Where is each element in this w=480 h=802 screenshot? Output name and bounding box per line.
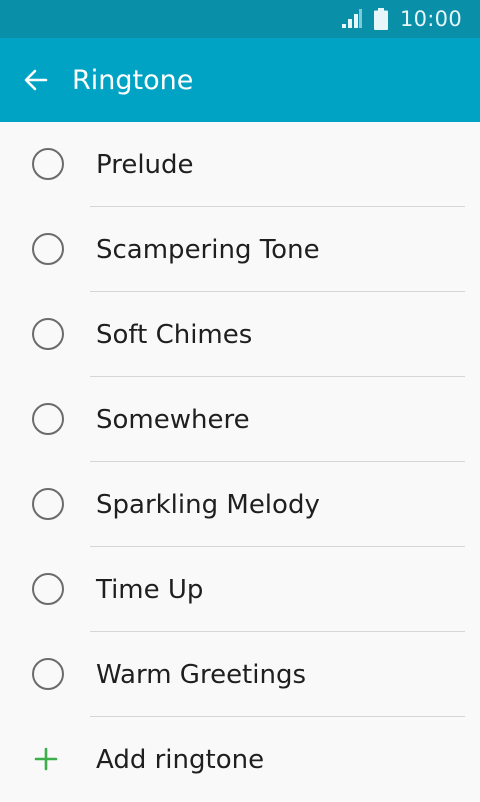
arrow-left-icon [24,69,48,91]
ringtone-label: Sparkling Melody [96,489,320,520]
radio-button[interactable] [32,318,64,350]
ringtone-label: Scampering Tone [96,234,320,265]
ringtone-label: Prelude [96,149,194,180]
ringtone-list: Prelude Scampering Tone Soft Chimes Some… [0,122,480,802]
page-title: Ringtone [72,64,194,96]
ringtone-label: Somewhere [96,404,250,435]
radio-button[interactable] [32,233,64,265]
ringtone-label: Warm Greetings [96,659,307,690]
ringtone-item-scampering-tone[interactable]: Scampering Tone [0,207,480,292]
radio-button[interactable] [32,658,64,690]
add-ringtone-button[interactable]: Add ringtone [0,717,480,802]
plus-icon [34,747,58,771]
signal-icon [341,9,362,28]
status-time: 10:00 [399,7,462,31]
status-bar: 10:00 [0,0,480,38]
battery-icon [373,8,388,30]
ringtone-label: Time Up [96,574,204,605]
ringtone-item-warm-greetings[interactable]: Warm Greetings [0,632,480,717]
radio-button[interactable] [32,488,64,520]
app-bar: Ringtone [0,38,480,122]
ringtone-item-soft-chimes[interactable]: Soft Chimes [0,292,480,377]
ringtone-label: Soft Chimes [96,319,253,350]
radio-button[interactable] [32,403,64,435]
radio-button[interactable] [32,573,64,605]
back-button[interactable] [0,38,72,122]
add-ringtone-label: Add ringtone [96,744,265,775]
ringtone-item-time-up[interactable]: Time Up [0,547,480,632]
ringtone-item-sparkling-melody[interactable]: Sparkling Melody [0,462,480,547]
radio-button[interactable] [32,148,64,180]
ringtone-item-somewhere[interactable]: Somewhere [0,377,480,462]
ringtone-item-prelude[interactable]: Prelude [0,122,480,207]
